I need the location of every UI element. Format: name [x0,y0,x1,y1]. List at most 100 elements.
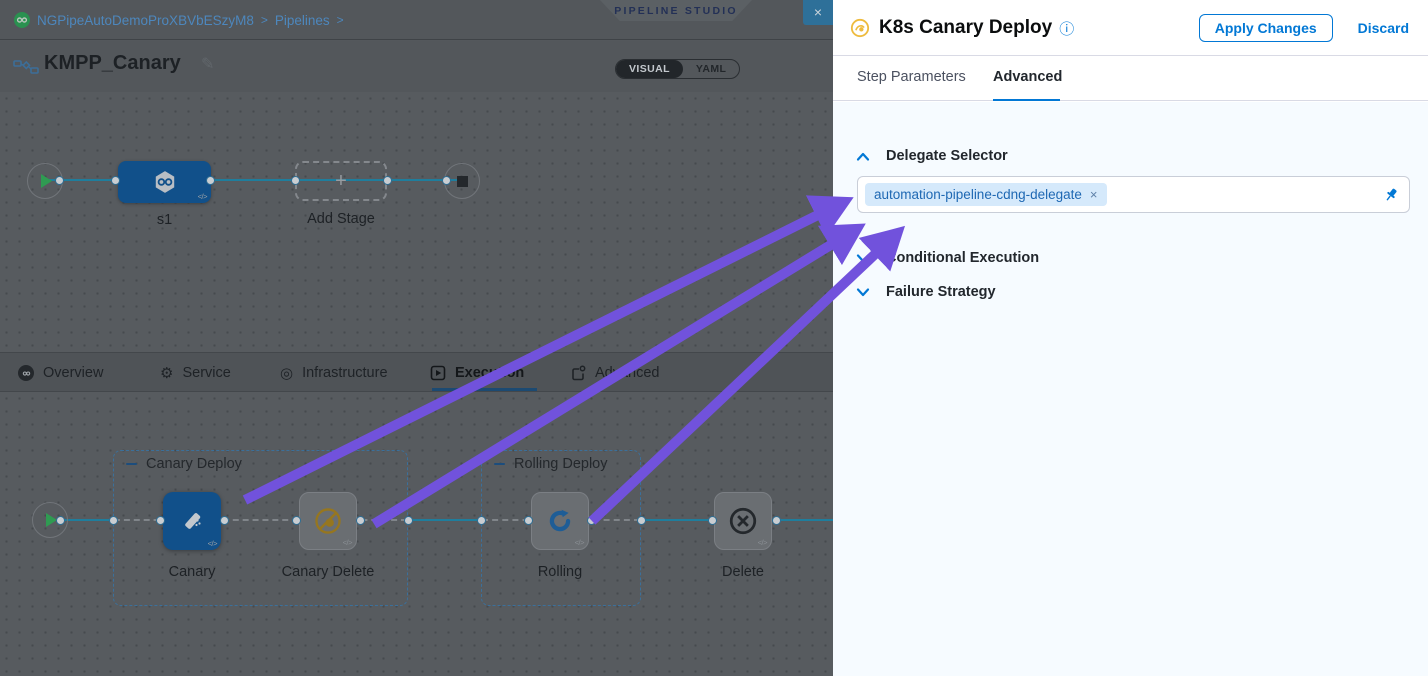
tab-overview-label: Overview [43,365,103,381]
edge-port[interactable] [156,516,165,525]
code-badge: </> [208,539,217,548]
failure-strategy-label: Failure Strategy [886,284,996,300]
chevron-up-icon[interactable] [856,151,870,162]
info-icon[interactable]: ⓘ [1059,18,1074,39]
remove-tag-icon[interactable]: × [1090,187,1098,202]
delegate-selector-input[interactable]: automation-pipeline-cdng-delegate × [857,176,1410,213]
conditional-execution-label: Conditional Execution [886,250,1039,266]
edge-port[interactable] [55,176,64,185]
apply-changes-button[interactable]: Apply Changes [1199,14,1333,42]
edge-port[interactable] [111,176,120,185]
group-rolling-deploy-label: Rolling Deploy [514,456,608,472]
pipeline-title-bar: KMPP_Canary ✎ VISUAL YAML [0,41,833,92]
step-config-drawer: K8s Canary Deploy ⓘ Apply Changes Discar… [833,0,1428,676]
canary-step-icon [178,507,206,535]
chevron-down-icon[interactable] [856,253,870,264]
tab-execution-label: Execution [455,365,524,381]
discard-button[interactable]: Discard [1358,20,1409,36]
edge-port[interactable] [220,516,229,525]
group-label-row[interactable]: Rolling Deploy [494,456,608,472]
edge-port[interactable] [708,516,717,525]
breadcrumb: NGPipeAutoDemoProXBVbESzyM8 > Pipelines … [14,0,344,40]
project-icon [14,12,30,28]
edge-port[interactable] [356,516,365,525]
pipeline-name: KMPP_Canary [44,52,181,75]
pipeline-icon [13,58,39,76]
edge-port[interactable] [772,516,781,525]
step-label-canary-delete: Canary Delete [268,564,388,580]
step-node-delete[interactable]: </> [714,492,772,550]
code-badge: </> [575,538,584,547]
breadcrumb-project-link[interactable]: NGPipeAutoDemoProXBVbESzyM8 [37,13,254,28]
pin-icon[interactable] [1383,187,1399,203]
drawer-tabs: Step Parameters Advanced [833,57,1428,101]
toggle-yaml[interactable]: YAML [683,60,739,78]
conditional-execution-section[interactable]: Conditional Execution [856,250,1039,266]
tab-step-parameters[interactable]: Step Parameters [857,69,966,85]
failure-strategy-section[interactable]: Failure Strategy [856,284,996,300]
pipeline-studio-app: NGPipeAutoDemoProXBVbESzyM8 > Pipelines … [0,0,1428,676]
tab-advanced-label: Advanced [595,365,660,381]
deploy-stage-icon [152,169,178,195]
tab-advanced-panel[interactable]: Advanced [993,69,1062,85]
edit-pipeline-icon[interactable]: ✎ [201,54,214,74]
tab-execution[interactable]: Execution [430,353,524,393]
collapse-icon[interactable] [494,463,505,466]
edge-port[interactable] [109,516,118,525]
step-group-canary-deploy[interactable]: Canary Deploy [113,450,408,606]
edge-port[interactable] [524,516,533,525]
close-icon: × [814,4,822,20]
execution-icon [430,365,446,381]
collapse-icon[interactable] [126,463,137,466]
gear-icon: ⚙ [160,366,173,381]
close-drawer-button[interactable]: × [803,0,833,25]
delegate-tag: automation-pipeline-cdng-delegate × [865,183,1107,206]
stage-edge [45,179,462,181]
k8s-canary-icon [850,18,870,38]
edge-port[interactable] [383,176,392,185]
step-label-delete: Delete [693,564,793,580]
delegate-selector-section[interactable]: Delegate Selector [856,148,1008,164]
stage-node-s1[interactable]: </> [118,161,211,203]
tab-overview[interactable]: Overview [18,353,103,393]
edge-port[interactable] [477,516,486,525]
code-badge: </> [758,538,767,547]
tab-advanced[interactable]: Advanced [570,353,660,393]
tab-infrastructure[interactable]: ◎ Infrastructure [280,353,388,393]
breadcrumb-pipelines-link[interactable]: Pipelines [275,13,330,28]
step-title: K8s Canary Deploy [879,17,1052,39]
chevron-down-icon[interactable] [856,287,870,298]
code-badge: </> [343,538,352,547]
stage-label: s1 [118,212,211,228]
edge-port[interactable] [292,516,301,525]
active-tab-underline [432,388,537,391]
toggle-visual[interactable]: VISUAL [616,60,683,78]
edge-port[interactable] [587,516,596,525]
tab-service-label: Service [182,365,230,381]
edge-port[interactable] [442,176,451,185]
drawer-body: Delegate Selector automation-pipeline-cd… [833,102,1428,676]
edge-port[interactable] [637,516,646,525]
step-node-rolling[interactable]: </> [531,492,589,550]
step-node-canary-delete[interactable]: </> [299,492,357,550]
add-stage-button[interactable]: + [295,161,387,201]
active-tab-underline [993,99,1060,102]
edge-port[interactable] [291,176,300,185]
pipeline-studio-banner: PIPELINE STUDIO [600,0,752,21]
group-label-row[interactable]: Canary Deploy [126,456,242,472]
plus-icon: + [335,170,347,193]
tab-service[interactable]: ⚙ Service [160,353,231,393]
edge-port[interactable] [206,176,215,185]
execution-graph-canvas: Canary Deploy Rolling Deploy </> [0,392,833,676]
delete-step-icon [728,506,758,536]
delegate-selector-label: Delegate Selector [886,148,1008,164]
add-stage-label: Add Stage [295,211,387,227]
edge-port[interactable] [56,516,65,525]
tab-infrastructure-label: Infrastructure [302,365,387,381]
group-canary-deploy-label: Canary Deploy [146,456,242,472]
drawer-header: K8s Canary Deploy ⓘ Apply Changes Discar… [833,0,1428,56]
overview-icon [18,365,34,381]
step-node-canary[interactable]: </> [163,492,221,550]
step-label-canary: Canary [142,564,242,580]
edge-port[interactable] [404,516,413,525]
